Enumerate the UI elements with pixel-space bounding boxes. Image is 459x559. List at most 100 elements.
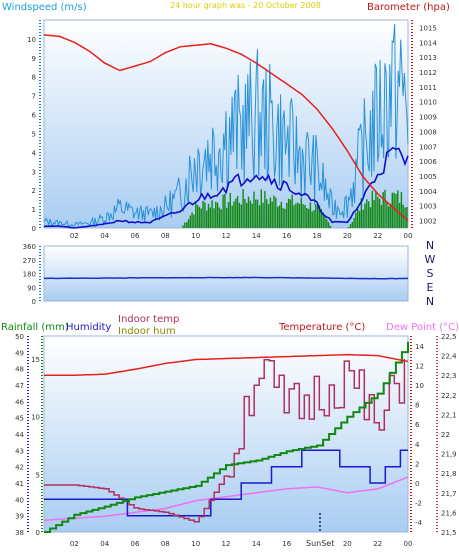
wind-direction-bar: [375, 191, 377, 228]
bottom-x-tick-label: 00: [404, 540, 413, 548]
barometer-tick-label: 1014: [419, 39, 437, 47]
bottom-x-tick-label: 16: [282, 540, 291, 548]
wind-direction-bar: [209, 207, 211, 228]
wind-direction-bar: [295, 203, 297, 228]
dew-point-label: Dew Point (°C): [386, 322, 459, 333]
wind-direction-bar: [329, 225, 332, 228]
wind-direction-bar: [196, 205, 199, 228]
bottom-x-tick-label: 20: [343, 540, 352, 548]
bottom-x-tick-label: 06: [131, 540, 140, 548]
wind-direction-bar: [218, 207, 221, 228]
humidity-tick-label: 48: [15, 366, 24, 374]
wind-direction-bar: [240, 204, 242, 228]
wind-direction-bar: [362, 209, 364, 228]
wind-direction-bar: [389, 203, 392, 228]
wind-direction-bar: [264, 191, 266, 228]
windspeed-tick-label: 4: [32, 149, 37, 157]
direction-tick-label: 90: [27, 284, 36, 292]
bottom-plot-area: [43, 335, 409, 533]
wind-direction-bar: [371, 190, 373, 228]
wind-direction-bar: [207, 203, 210, 228]
rainfall-tick-label: 15: [31, 356, 40, 364]
humidity-tick-label: 47: [15, 382, 24, 390]
wind-direction-bar: [255, 199, 257, 228]
top-x-axis: 02 04 06 08 10 12 14 16 18 20 22 00: [70, 232, 413, 240]
wind-direction-bar: [366, 199, 368, 228]
temperature-tick-label: 8: [415, 402, 419, 410]
wind-direction-bar: [235, 198, 237, 228]
wind-direction-bar: [273, 195, 275, 228]
direction-letter: N: [426, 295, 434, 308]
wind-direction-bar: [286, 202, 288, 228]
barometer-tick-label: 1008: [419, 128, 437, 136]
top-left-axis: 109876543210: [27, 20, 41, 233]
wind-direction-bar: [280, 201, 282, 228]
barometer-tick-label: 1011: [419, 84, 437, 92]
bottom-x-tick-label: 22: [373, 540, 382, 548]
wind-direction-bar: [233, 201, 235, 228]
top-x-tick-label: 10: [191, 232, 200, 240]
indoor-temp-tick-label: 22,4: [441, 353, 457, 361]
wind-direction-bar: [353, 218, 355, 228]
wind-direction-bar: [398, 203, 401, 228]
indoor-temp-label: Indoor temp: [118, 314, 179, 325]
direction-axis: 360 270 180 90 0: [23, 243, 41, 306]
barometer-tick-label: 1013: [419, 54, 437, 62]
wind-direction-bar: [200, 208, 202, 228]
wind-direction-bar: [242, 189, 244, 228]
humidity-tick-label: 38: [15, 529, 24, 537]
bottom-x-tick-label: 14: [252, 540, 261, 548]
wind-direction-bar: [258, 205, 261, 228]
humidity-label: Humidity: [66, 322, 111, 333]
wind-direction-bar: [227, 202, 230, 228]
sunset-label: SunSet: [306, 539, 334, 548]
temperature-tick-label: -4: [415, 519, 423, 527]
wind-direction-bar: [182, 225, 184, 228]
wind-direction-bar: [349, 224, 352, 228]
wind-direction-bar: [384, 189, 386, 228]
wind-direction-bar: [231, 205, 233, 228]
weather-graph-page: Windspeed (m/s) 24 hour graph was - 20 O…: [0, 0, 459, 555]
top-x-tick-label: 08: [161, 232, 170, 240]
rainfall-tick-label: 0: [36, 529, 40, 537]
wind-direction-bar: [397, 190, 399, 228]
top-x-tick-label: 04: [100, 232, 109, 240]
indoor-temp-tick-label: 21,9: [441, 451, 457, 459]
wind-direction-bar: [406, 207, 408, 228]
wind-direction-bar: [377, 196, 379, 228]
rainfall-tick-label: 10: [31, 414, 40, 422]
wind-direction-bar: [289, 199, 292, 228]
windspeed-label: Windspeed (m/s): [2, 2, 87, 13]
wind-direction-bar: [184, 222, 186, 228]
wind-direction-bar: [369, 207, 372, 228]
wind-direction-bar: [206, 210, 208, 228]
wind-direction-bar: [249, 200, 252, 228]
wind-direction-bar: [368, 201, 370, 228]
wind-direction-bar: [267, 203, 270, 228]
wind-direction-bar: [202, 201, 204, 228]
indoor-temp-tick-label: 21,6: [441, 509, 457, 517]
wind-direction-bar: [393, 192, 395, 228]
top-panel: Windspeed (m/s) 24 hour graph was - 20 O…: [2, 1, 450, 240]
wind-direction-bar: [400, 192, 403, 228]
humidity-tick-label: 50: [15, 333, 24, 341]
direction-letters: NWSEN: [425, 239, 436, 308]
indoor-hum-label: Indoor hum: [118, 326, 176, 337]
wind-direction-bar: [313, 210, 315, 228]
temperature-tick-label: 10: [415, 382, 424, 390]
indoor-temp-tick-label: 21,8: [441, 470, 457, 478]
temperature-tick-label: 12: [415, 362, 424, 370]
windspeed-tick-label: 5: [32, 131, 36, 139]
wind-direction-bar: [355, 212, 357, 228]
barometer-tick-label: 1002: [419, 218, 437, 226]
wind-direction-bar: [222, 194, 224, 228]
direction-tick-label: 180: [23, 271, 36, 279]
bottom-x-tick-label: 10: [191, 540, 200, 548]
wind-direction-bar: [391, 192, 393, 228]
wind-direction-bar: [195, 202, 197, 228]
temperature-tick-label: -2: [415, 500, 422, 508]
wind-direction-bar: [282, 208, 284, 228]
barometer-tick-label: 1015: [419, 24, 437, 32]
wind-direction-bar: [220, 209, 222, 228]
wind-direction-bar: [380, 205, 383, 228]
